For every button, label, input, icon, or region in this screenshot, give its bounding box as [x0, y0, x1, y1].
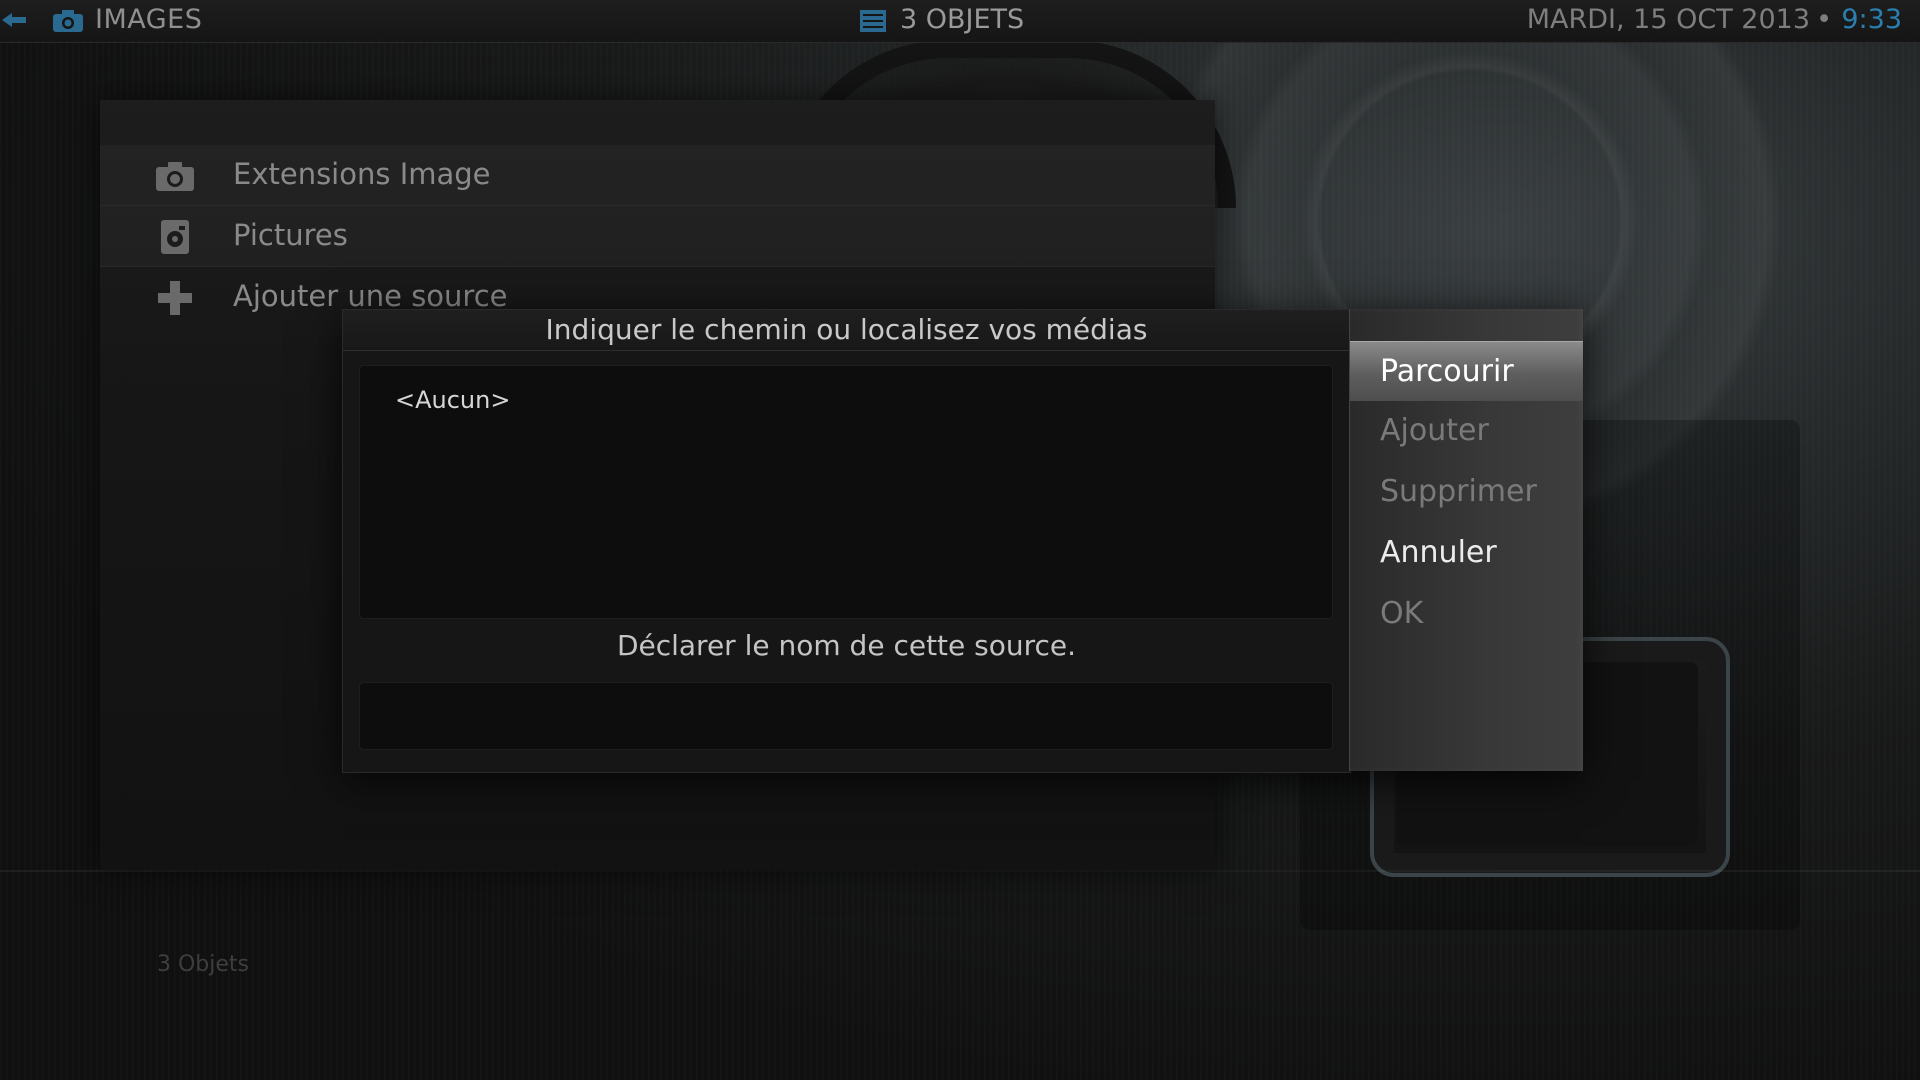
- screen: IMAGES 3 OBJETS MARDI, 15 OCT 2013 • 9:3…: [0, 0, 1920, 1080]
- dialog-body: Indiquer le chemin ou localisez vos médi…: [342, 309, 1351, 773]
- list-item-label: Extensions Image: [233, 157, 491, 191]
- camera-icon: [156, 162, 194, 191]
- plus-icon: [158, 281, 192, 315]
- source-name-prompt: Déclarer le nom de cette source.: [616, 629, 1077, 662]
- camera-icon: [53, 10, 83, 32]
- section-title: IMAGES: [95, 4, 203, 35]
- ok-button[interactable]: OK: [1350, 584, 1583, 644]
- remove-button[interactable]: Supprimer: [1350, 462, 1583, 522]
- date-label: MARDI, 15 OCT 2013: [1526, 4, 1810, 35]
- floor-divider: [0, 870, 1920, 872]
- browse-button[interactable]: Parcourir: [1350, 341, 1583, 401]
- header-separator: •: [1816, 4, 1832, 35]
- dialog-title: Indiquer le chemin ou localisez vos médi…: [343, 310, 1350, 351]
- list-item-extensions-image[interactable]: Extensions Image: [100, 145, 1215, 206]
- list-icon: [860, 10, 886, 32]
- clock-time: 9:33: [1841, 4, 1902, 35]
- top-bar: IMAGES 3 OBJETS MARDI, 15 OCT 2013 • 9:3…: [0, 0, 1920, 43]
- items-count-footer: 3 Objets: [157, 952, 250, 977]
- cancel-button[interactable]: Annuler: [1350, 523, 1583, 583]
- dialog-button-column: Parcourir Ajouter Supprimer Annuler OK: [1349, 309, 1583, 771]
- item-count: 3 OBJETS: [900, 4, 1025, 35]
- list-item-label: Pictures: [233, 218, 348, 252]
- picture-folder-icon: [161, 220, 189, 254]
- add-source-dialog: Indiquer le chemin ou localisez vos médi…: [342, 309, 1583, 773]
- list-item-label: Ajouter une source: [233, 279, 508, 313]
- back-arrow-icon[interactable]: [0, 10, 28, 30]
- source-name-input[interactable]: [359, 682, 1333, 750]
- path-list[interactable]: <Aucun>: [359, 365, 1333, 619]
- add-button[interactable]: Ajouter: [1350, 401, 1583, 461]
- list-item-pictures[interactable]: Pictures: [100, 206, 1215, 267]
- path-list-item[interactable]: <Aucun>: [395, 386, 510, 414]
